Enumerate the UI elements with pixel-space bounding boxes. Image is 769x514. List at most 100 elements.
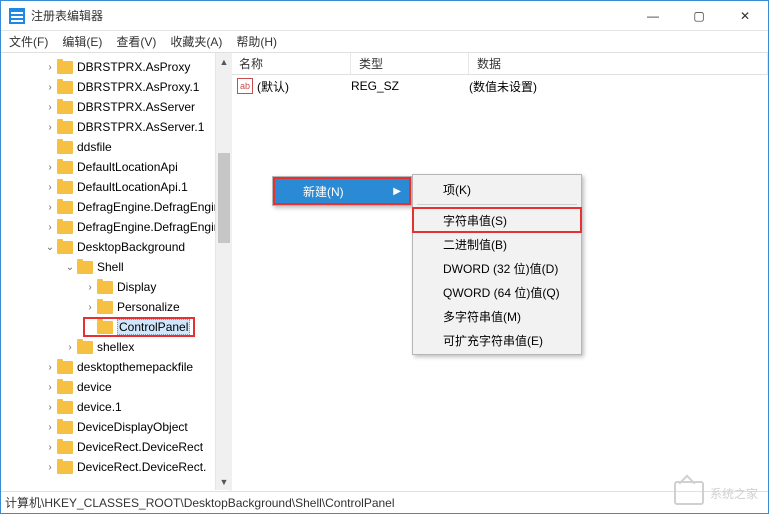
maximize-button[interactable]: ▢ xyxy=(676,1,722,31)
collapse-icon[interactable]: ⌄ xyxy=(45,242,55,253)
context-item-key[interactable]: 项(K) xyxy=(413,177,581,201)
folder-icon xyxy=(97,281,113,294)
context-item-dword[interactable]: DWORD (32 位)值(D) xyxy=(413,256,581,280)
folder-icon xyxy=(57,161,73,174)
scroll-up-icon[interactable]: ▲ xyxy=(216,53,232,70)
scroll-down-icon[interactable]: ▼ xyxy=(216,473,232,490)
folder-icon xyxy=(57,101,73,114)
tree-item[interactable]: › shellex xyxy=(1,337,230,357)
expand-icon[interactable]: › xyxy=(45,202,55,213)
context-submenu-new: 项(K) 字符串值(S) 二进制值(B) DWORD (32 位)值(D) QW… xyxy=(412,174,582,355)
expand-icon[interactable]: › xyxy=(45,422,55,433)
tree-item[interactable]: › desktopthemepackfile xyxy=(1,357,230,377)
tree-item-label: shellex xyxy=(97,340,134,354)
expand-icon[interactable]: › xyxy=(85,282,95,293)
expand-icon[interactable]: › xyxy=(45,462,55,473)
menubar: 文件(F) 编辑(E) 查看(V) 收藏夹(A) 帮助(H) xyxy=(1,31,768,53)
folder-icon xyxy=(57,201,73,214)
folder-icon xyxy=(57,381,73,394)
menu-favorites[interactable]: 收藏夹(A) xyxy=(170,33,222,50)
folder-icon xyxy=(57,141,73,154)
context-item-multistring[interactable]: 多字符串值(M) xyxy=(413,304,581,328)
tree-item[interactable]: ›DeviceDisplayObject xyxy=(1,417,230,437)
expand-icon[interactable]: › xyxy=(45,62,55,73)
tree-item[interactable]: › DeviceRect.DeviceRect. xyxy=(1,457,230,477)
tree-item[interactable]: › DBRSTPRX.AsProxy xyxy=(1,57,230,77)
context-item-new[interactable]: 新建(N) ▶ xyxy=(275,179,409,203)
tree-item[interactable]: ›Display xyxy=(1,277,230,297)
context-menu: 新建(N) ▶ xyxy=(272,176,412,206)
tree-item-label: Personalize xyxy=(117,300,180,314)
col-header-type[interactable]: 类型 xyxy=(351,53,469,74)
collapse-icon[interactable]: ⌄ xyxy=(65,262,75,273)
folder-icon xyxy=(97,301,113,314)
expand-icon[interactable]: › xyxy=(45,222,55,233)
col-header-name[interactable]: 名称 xyxy=(231,53,351,74)
tree-item-label: desktopthemepackfile xyxy=(77,360,193,374)
tree-item[interactable]: › DefragEngine.DefragEngine xyxy=(1,217,230,237)
window-title: 注册表编辑器 xyxy=(31,7,630,24)
context-item-expandstring[interactable]: 可扩充字符串值(E) xyxy=(413,328,581,352)
tree-item-label: DeviceRect.DeviceRect xyxy=(77,440,203,454)
folder-icon xyxy=(57,421,73,434)
context-item-binaryvalue[interactable]: 二进制值(B) xyxy=(413,232,581,256)
context-item-label: 二进制值(B) xyxy=(443,236,507,253)
list-row[interactable]: ab (默认) REG_SZ (数值未设置) xyxy=(231,75,768,97)
expand-icon[interactable]: › xyxy=(45,82,55,93)
folder-icon xyxy=(57,61,73,74)
expand-icon[interactable]: › xyxy=(45,442,55,453)
tree-item[interactable]: ›DefragEngine.DefragEngine xyxy=(1,197,230,217)
menu-help[interactable]: 帮助(H) xyxy=(236,33,277,50)
menu-separator xyxy=(417,204,577,205)
context-item-label: 可扩充字符串值(E) xyxy=(443,332,543,349)
cell-data: (数值未设置) xyxy=(469,78,537,95)
tree-item[interactable]: ddsfile xyxy=(1,137,230,157)
tree-item[interactable]: › device xyxy=(1,377,230,397)
menu-file[interactable]: 文件(F) xyxy=(9,33,48,50)
close-button[interactable]: ✕ xyxy=(722,1,768,31)
expand-icon[interactable]: › xyxy=(65,342,75,353)
tree-scrollbar[interactable]: ▲ ▼ xyxy=(215,53,232,490)
tree-item-label: device xyxy=(77,380,112,394)
expand-icon[interactable]: › xyxy=(45,162,55,173)
tree-item-label: DBRSTPRX.AsProxy.1 xyxy=(77,80,199,94)
tree-item[interactable]: ›device.1 xyxy=(1,397,230,417)
tree-item-label: DefragEngine.DefragEngine xyxy=(77,220,227,234)
menu-edit[interactable]: 编辑(E) xyxy=(62,33,102,50)
folder-icon xyxy=(77,261,93,274)
tree-item[interactable]: ⌄Shell xyxy=(1,257,230,277)
context-item-label: 项(K) xyxy=(443,181,471,198)
expand-icon[interactable]: › xyxy=(45,182,55,193)
expand-icon[interactable]: › xyxy=(85,302,95,313)
expand-icon[interactable]: › xyxy=(45,102,55,113)
tree-item[interactable]: › DeviceRect.DeviceRect xyxy=(1,437,230,457)
tree-item[interactable]: › DBRSTPRX.AsProxy.1 xyxy=(1,77,230,97)
col-header-data[interactable]: 数据 xyxy=(469,53,768,74)
tree-item[interactable]: ControlPanel xyxy=(1,317,230,337)
window-controls: — ▢ ✕ xyxy=(630,1,768,31)
minimize-button[interactable]: — xyxy=(630,1,676,31)
tree-item[interactable]: › Personalize xyxy=(1,297,230,317)
expand-icon[interactable]: › xyxy=(45,362,55,373)
cell-type: REG_SZ xyxy=(351,79,469,93)
tree-item[interactable]: ⌄DesktopBackground xyxy=(1,237,230,257)
tree-item[interactable]: ›DefaultLocationApi xyxy=(1,157,230,177)
titlebar: 注册表编辑器 — ▢ ✕ xyxy=(1,1,768,31)
menu-view[interactable]: 查看(V) xyxy=(116,33,156,50)
tree-item-label: DBRSTPRX.AsProxy xyxy=(77,60,190,74)
tree-item[interactable]: ›DBRSTPRX.AsServer xyxy=(1,97,230,117)
expand-icon[interactable]: › xyxy=(45,122,55,133)
scroll-thumb[interactable] xyxy=(218,153,230,243)
context-item-stringvalue[interactable]: 字符串值(S) xyxy=(413,208,581,232)
expand-icon[interactable]: › xyxy=(45,402,55,413)
string-value-icon: ab xyxy=(237,78,253,94)
folder-icon xyxy=(57,441,73,454)
context-item-qword[interactable]: QWORD (64 位)值(Q) xyxy=(413,280,581,304)
tree-pane[interactable]: › DBRSTPRX.AsProxy › DBRSTPRX.AsProxy.1 ›DBR… xyxy=(1,53,231,491)
tree-item[interactable]: ›DBRSTPRX.AsServer.1 xyxy=(1,117,230,137)
tree-item[interactable]: ›DefaultLocationApi.1 xyxy=(1,177,230,197)
statusbar-path: 计算机\HKEY_CLASSES_ROOT\DesktopBackground\… xyxy=(5,494,395,511)
folder-icon xyxy=(57,121,73,134)
expand-icon[interactable]: › xyxy=(45,382,55,393)
tree-item-label: DeviceRect.DeviceRect. xyxy=(77,460,206,474)
